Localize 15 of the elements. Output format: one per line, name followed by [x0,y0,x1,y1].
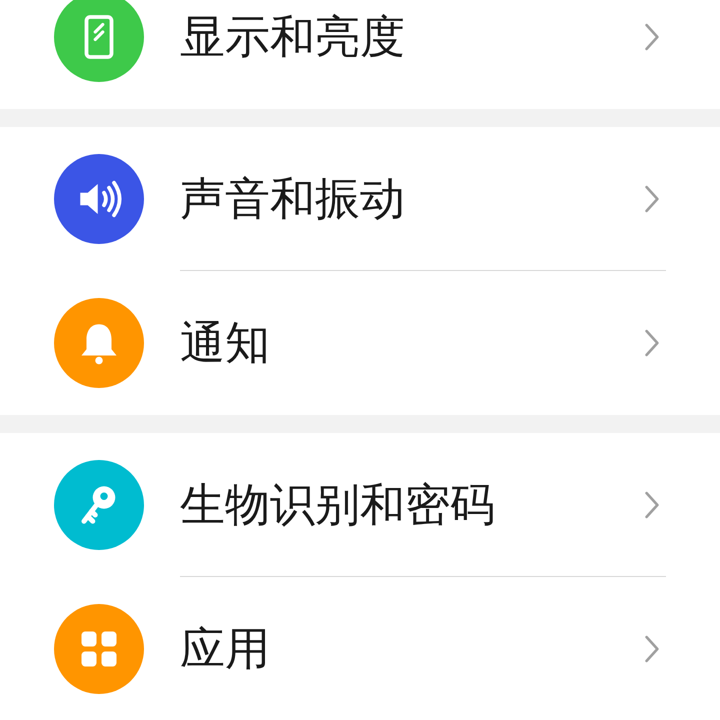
item-label: 声音和振动 [180,170,405,226]
item-label: 显示和亮度 [180,9,405,65]
item-label: 应用 [180,621,270,677]
settings-item[interactable]: 声音和振动 [0,127,720,271]
chevron-icon [644,329,660,357]
settings-item[interactable]: 显示和亮度 [0,0,720,109]
chevron-icon [644,635,660,663]
item-label: 通知 [180,315,270,371]
chevron-icon [644,184,660,212]
settings-item[interactable]: 通知 [0,271,720,415]
settings-item[interactable]: 生物识别和密码 [0,433,720,577]
chevron-icon [644,490,660,518]
chevron-icon [644,23,660,51]
item-label: 生物识别和密码 [180,476,495,532]
settings-item[interactable]: 应用 [0,577,720,720]
